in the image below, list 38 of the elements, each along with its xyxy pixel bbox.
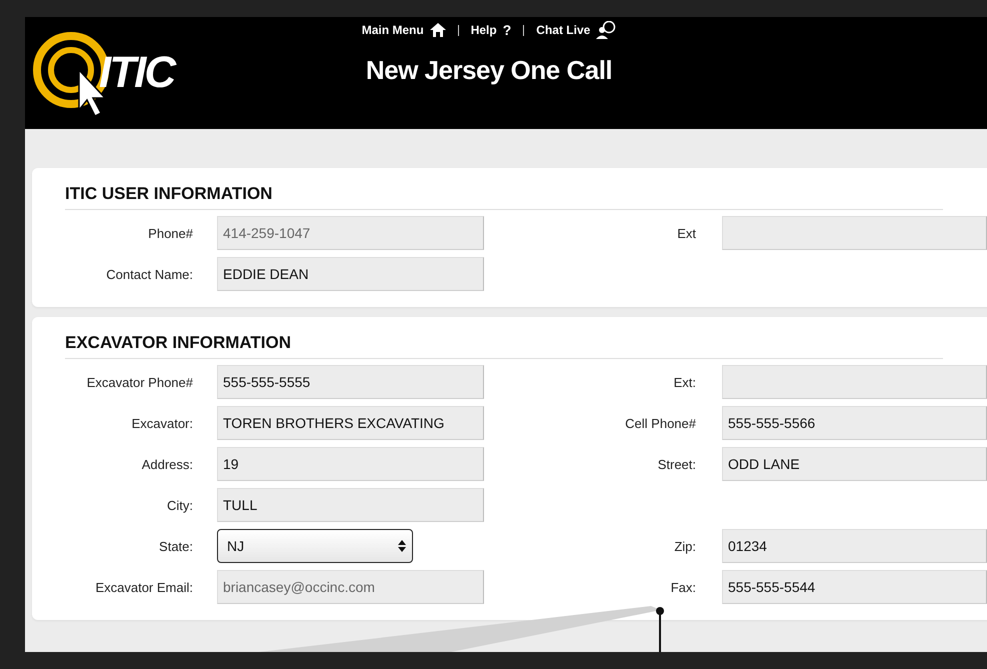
updown-arrows-icon [398,540,406,552]
input-field[interactable]: 555-555-5566 [722,406,987,440]
field-label: Zip: [673,538,696,554]
field-label: Street: [656,456,696,472]
input-field[interactable] [722,365,987,399]
input-field[interactable]: 414-259-1047 [217,216,484,250]
input-field[interactable]: ODD LANE [722,447,987,481]
section-heading: ITIC USER INFORMATION [65,184,274,205]
chat-icon [596,21,616,39]
input-field[interactable]: EDDIE DEAN [217,257,484,291]
nav-link[interactable]: Main Menu [362,23,424,37]
input-field[interactable]: briancasey@occinc.com [217,570,484,604]
field-label: Excavator: [130,416,193,430]
field-label: Fax: [670,580,696,594]
field-label: Ext [676,226,696,240]
input-field[interactable]: 19 [217,447,484,481]
input-field[interactable] [722,216,987,250]
section-heading: EXCAVATOR INFORMATION [65,333,292,354]
field-label: City: [166,498,193,512]
field-label: Cell Phone# [624,416,696,430]
state-dropdown[interactable]: NJ [217,529,413,563]
field-label: Excavator Phone# [86,374,193,390]
field-label: Contact Name: [105,266,193,282]
help-icon[interactable]: ? [502,22,512,38]
page-title: New Jersey One Call [366,55,612,86]
input-field[interactable]: 555-555-5555 [217,365,484,399]
field-label: Ext: [672,374,696,390]
field-label: Excavator Email: [94,580,193,594]
nav-link[interactable]: Help [470,23,497,37]
field-label: Phone# [147,226,193,240]
field-label: Address: [140,456,193,472]
input-field[interactable]: 555-555-5544 [722,570,987,604]
home-icon [430,23,446,37]
nav-link[interactable]: Chat Live [536,23,590,37]
input-field[interactable]: TOREN BROTHERS EXCAVATING [217,406,484,440]
input-field[interactable]: 01234 [722,529,987,563]
input-field[interactable]: TULL [217,488,484,522]
field-label: State: [158,538,193,554]
